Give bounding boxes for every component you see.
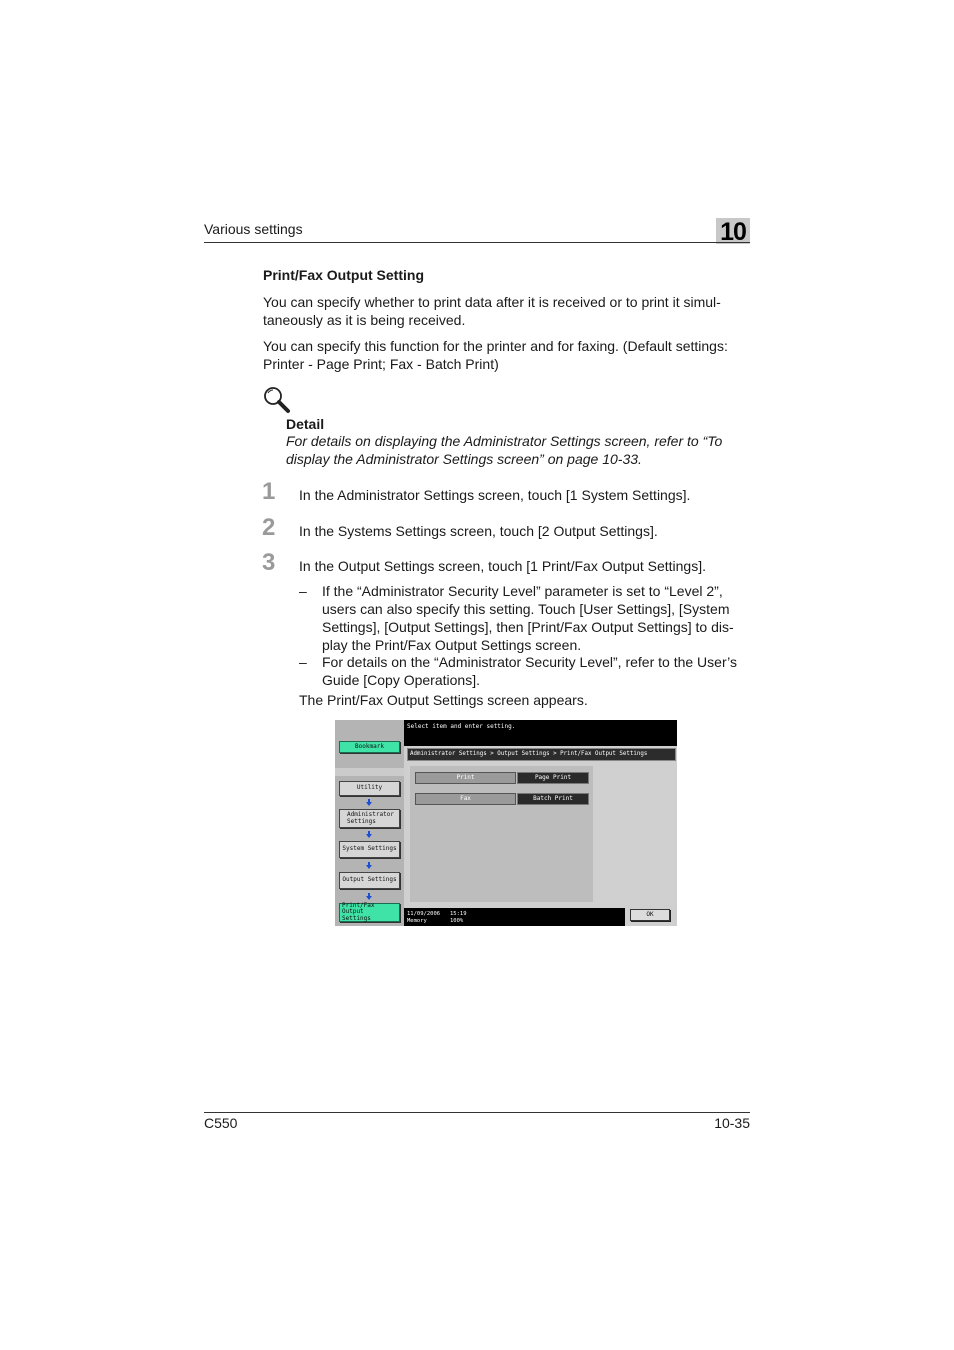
memory-value: 100% xyxy=(450,918,464,924)
bullet-text: For details on the “Administrator Securi… xyxy=(322,653,752,689)
step-number: 2 xyxy=(262,514,276,541)
button-label-line: Print/Fax Output xyxy=(342,901,375,916)
settings-list xyxy=(410,766,593,902)
bullet-dash: – xyxy=(299,583,307,599)
print-fax-output-settings-button[interactable]: Print/Fax Output Settings xyxy=(339,901,400,922)
paragraph-line: Printer - Page Print; Fax - Batch Print) xyxy=(263,356,499,372)
button-label-line: Settings xyxy=(347,817,376,825)
chapter-number: 10 xyxy=(716,218,750,246)
button-label-line: Settings xyxy=(342,914,371,922)
step-text: In the Output Settings screen, touch [1 … xyxy=(299,558,706,574)
fax-setting-value: Batch Print xyxy=(517,793,589,805)
status-date: 11/09/2006 xyxy=(407,911,441,917)
instruction-text: Select item and enter setting. xyxy=(407,723,516,730)
section-heading: Print/Fax Output Setting xyxy=(263,267,424,283)
step-text: In the Administrator Settings screen, to… xyxy=(299,487,691,503)
detail-text: For details on displaying the Administra… xyxy=(286,432,756,468)
detail-title: Detail xyxy=(286,416,325,432)
footer-page-number: 10-35 xyxy=(714,1115,750,1131)
step-text: In the Systems Settings screen, touch [2… xyxy=(299,523,658,539)
footer-model: C550 xyxy=(204,1115,238,1131)
fax-setting-button[interactable]: Fax xyxy=(415,793,516,805)
magnifier-icon xyxy=(264,387,290,413)
bullet-line: If the “Administrator Security Level” pa… xyxy=(322,583,723,599)
status-bar: 11/09/2006 15:19 Memory 100% xyxy=(404,908,625,926)
arrow-down-icon xyxy=(366,799,372,806)
paragraph-line: You can specify this function for the pr… xyxy=(263,338,728,354)
panel-divider xyxy=(335,768,404,776)
system-settings-button[interactable]: System Settings xyxy=(339,841,400,858)
administrator-settings-button[interactable]: Administrator Settings xyxy=(339,809,400,828)
bookmark-button[interactable]: Bookmark xyxy=(339,741,400,753)
print-setting-value: Page Print xyxy=(517,772,589,784)
arrow-down-icon xyxy=(366,831,372,838)
bullet-dash: – xyxy=(299,654,307,670)
ok-button[interactable]: OK xyxy=(630,909,670,921)
footer-divider xyxy=(204,1112,750,1113)
print-setting-button[interactable]: Print xyxy=(415,772,516,784)
status-time: 15:19 xyxy=(450,911,467,917)
bullet-line: play the Print/Fax Output Settings scree… xyxy=(322,637,582,653)
breadcrumb-text: Administrator Settings > Output Settings… xyxy=(410,751,648,757)
breadcrumb: Administrator Settings > Output Settings… xyxy=(407,748,676,761)
running-header: Various settings xyxy=(204,221,303,237)
detail-line: For details on displaying the Administra… xyxy=(286,433,723,449)
bullet-line: users can also specify this setting. Tou… xyxy=(322,601,730,617)
detail-line: display the Administrator Settings scree… xyxy=(286,451,642,467)
message-bar: Select item and enter setting. xyxy=(404,720,677,746)
bullet-line: Settings], [Output Settings], then [Prin… xyxy=(322,619,734,635)
paragraph-line: taneously as it is being received. xyxy=(263,312,466,328)
bullet-text: If the “Administrator Security Level” pa… xyxy=(322,582,752,654)
bullet-line: For details on the “Administrator Securi… xyxy=(322,654,737,670)
step-number: 3 xyxy=(262,549,276,576)
output-settings-button[interactable]: Output Settings xyxy=(339,872,400,889)
utility-button[interactable]: Utility xyxy=(339,781,400,796)
paragraph-line: You can specify whether to print data af… xyxy=(263,294,721,310)
memory-label: Memory xyxy=(407,918,427,924)
print-fax-output-settings-screen: Bookmark Utility Administrator Settings … xyxy=(335,720,677,926)
step-number: 1 xyxy=(262,478,276,505)
header-divider xyxy=(204,242,750,243)
arrow-down-icon xyxy=(366,862,372,869)
result-text: The Print/Fax Output Settings screen app… xyxy=(299,692,588,708)
arrow-down-icon xyxy=(366,893,372,900)
bullet-line: Guide [Copy Operations]. xyxy=(322,672,480,688)
